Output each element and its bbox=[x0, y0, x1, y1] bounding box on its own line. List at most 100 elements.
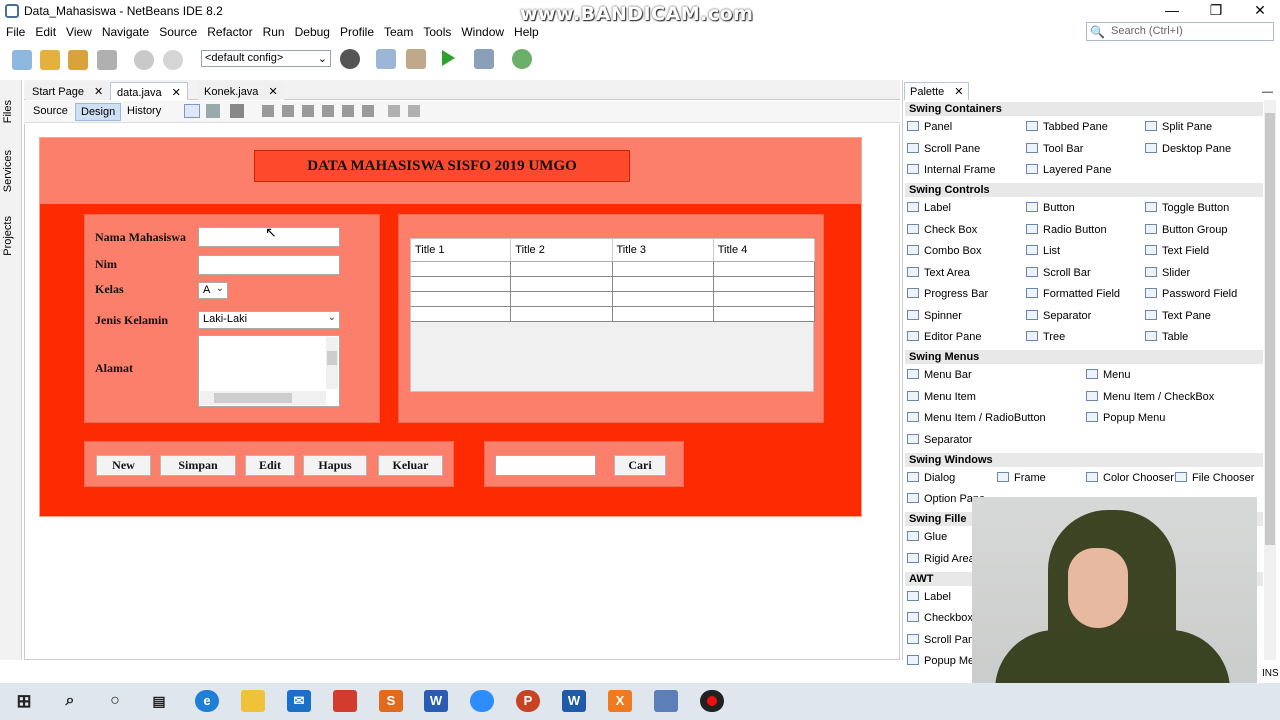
align-tools-icon[interactable] bbox=[262, 105, 382, 117]
palette-item[interactable]: Menu Item / RadioButton bbox=[907, 410, 1046, 426]
palette-item[interactable]: Toggle Button bbox=[1145, 200, 1229, 216]
new-project-icon[interactable] bbox=[40, 50, 60, 70]
config-select[interactable]: <default config> ⌄ bbox=[201, 50, 331, 67]
palette-item[interactable]: Button Group bbox=[1145, 222, 1227, 238]
palette-item[interactable]: Scroll Bar bbox=[1026, 265, 1091, 281]
mail-icon[interactable]: ✉ bbox=[287, 690, 311, 712]
palette-section-header[interactable]: Swing Containers bbox=[905, 102, 1263, 116]
scroll-thumb[interactable] bbox=[214, 393, 292, 403]
cari-field[interactable] bbox=[495, 455, 596, 476]
keluar-button[interactable]: Keluar bbox=[378, 455, 443, 476]
palette-item[interactable]: Tree bbox=[1026, 329, 1065, 345]
palette-item[interactable]: Separator bbox=[907, 432, 972, 448]
palette-item[interactable]: Text Field bbox=[1145, 243, 1209, 259]
new-file-icon[interactable] bbox=[12, 50, 32, 70]
minimize-icon[interactable]: — bbox=[1150, 0, 1194, 22]
menu-source[interactable]: Source bbox=[153, 23, 201, 39]
files-panel-tab[interactable]: Files bbox=[2, 100, 14, 123]
close-window-icon[interactable]: ✕ bbox=[1238, 0, 1280, 22]
globe-icon[interactable] bbox=[340, 49, 360, 69]
palette-item[interactable]: Progress Bar bbox=[907, 286, 988, 302]
palette-section-header[interactable]: Swing Controls bbox=[905, 183, 1263, 197]
preview-design-icon[interactable] bbox=[230, 104, 244, 118]
sublime-icon[interactable]: S bbox=[379, 690, 403, 712]
table-row[interactable] bbox=[411, 276, 816, 292]
palette-item[interactable]: Slider bbox=[1145, 265, 1190, 281]
table-header[interactable]: Title 2 bbox=[510, 239, 613, 262]
menu-run[interactable]: Run bbox=[257, 23, 289, 39]
maximize-icon[interactable]: ❐ bbox=[1194, 0, 1238, 22]
palette-item[interactable]: Rigid Area bbox=[907, 551, 975, 567]
palette-item[interactable]: Frame bbox=[997, 470, 1046, 486]
data-table[interactable]: Title 1 Title 2 Title 3 Title 4 bbox=[410, 238, 816, 392]
tab-data-java[interactable]: data.java ✕ bbox=[110, 82, 188, 100]
scroll-thumb[interactable] bbox=[327, 351, 337, 365]
kelas-combo[interactable]: A ⌄ bbox=[198, 282, 228, 299]
palette-item[interactable]: Tool Bar bbox=[1026, 141, 1083, 157]
table-header[interactable]: Title 3 bbox=[612, 239, 714, 262]
selection-mode-icon[interactable] bbox=[184, 104, 200, 118]
new-button[interactable]: New bbox=[96, 455, 151, 476]
menu-view[interactable]: View bbox=[60, 23, 96, 39]
cortana-icon[interactable]: ○ bbox=[103, 690, 127, 712]
palette-item[interactable]: Text Pane bbox=[1145, 308, 1211, 324]
menu-team[interactable]: Team bbox=[378, 23, 417, 39]
palette-item[interactable]: Separator bbox=[1026, 308, 1091, 324]
word-pad-icon[interactable]: W bbox=[424, 690, 448, 712]
word-icon[interactable]: W bbox=[562, 690, 586, 712]
palette-item[interactable]: Panel bbox=[907, 119, 952, 135]
scroll-thumb[interactable] bbox=[1265, 113, 1275, 545]
close-icon[interactable]: ✕ bbox=[94, 86, 103, 98]
palette-item[interactable]: Popup Men bbox=[907, 653, 980, 669]
palette-item[interactable]: Scroll Pane bbox=[907, 141, 980, 157]
tab-history[interactable]: History bbox=[122, 103, 166, 121]
palette-item[interactable]: Popup Menu bbox=[1086, 410, 1165, 426]
palette-item[interactable]: Table bbox=[1145, 329, 1188, 345]
hapus-button[interactable]: Hapus bbox=[303, 455, 367, 476]
powerpoint-icon[interactable]: P bbox=[516, 690, 540, 712]
table-row[interactable] bbox=[411, 306, 816, 322]
table-row[interactable] bbox=[411, 261, 816, 277]
palette-item[interactable]: Tabbed Pane bbox=[1026, 119, 1108, 135]
palette-item[interactable]: Spinner bbox=[907, 308, 962, 324]
close-icon[interactable]: ✕ bbox=[268, 86, 277, 98]
zoom-icon[interactable] bbox=[470, 690, 494, 712]
menu-tools[interactable]: Tools bbox=[417, 23, 455, 39]
menu-window[interactable]: Window bbox=[455, 23, 508, 39]
palette-item[interactable]: Password Field bbox=[1145, 286, 1237, 302]
tab-palette[interactable]: Palette ✕ bbox=[904, 82, 970, 100]
palette-item[interactable]: Text Area bbox=[907, 265, 970, 281]
menu-file[interactable]: File bbox=[0, 23, 29, 39]
palette-item[interactable]: Scroll Pane bbox=[907, 632, 980, 648]
debug-icon[interactable] bbox=[474, 49, 494, 69]
simpan-button[interactable]: Simpan bbox=[160, 455, 236, 476]
windows-start-icon[interactable]: ⊞ bbox=[12, 690, 36, 712]
undo-icon[interactable] bbox=[134, 50, 154, 70]
menu-refactor[interactable]: Refactor bbox=[201, 23, 256, 39]
palette-item[interactable]: List bbox=[1026, 243, 1060, 259]
palette-item[interactable]: Editor Pane bbox=[907, 329, 981, 345]
palette-item[interactable]: File Chooser bbox=[1175, 470, 1254, 486]
vertical-scrollbar[interactable] bbox=[326, 337, 338, 389]
xampp-icon[interactable]: X bbox=[608, 690, 632, 712]
palette-item[interactable]: Menu Item / CheckBox bbox=[1086, 389, 1214, 405]
tab-source[interactable]: Source bbox=[28, 103, 73, 121]
palette-item[interactable]: Radio Button bbox=[1026, 222, 1107, 238]
minimize-panel-icon[interactable]: — bbox=[1262, 86, 1273, 98]
palette-item[interactable]: Color Chooser bbox=[1086, 470, 1174, 486]
clean-build-icon[interactable] bbox=[406, 49, 426, 69]
table-header[interactable]: Title 4 bbox=[713, 239, 816, 262]
jenis-kelamin-combo[interactable]: Laki-Laki ⌄ bbox=[198, 311, 340, 329]
services-panel-tab[interactable]: Services bbox=[2, 150, 14, 192]
gift-icon[interactable] bbox=[333, 690, 357, 712]
projects-panel-tab[interactable]: Projects bbox=[2, 216, 14, 256]
bandicam-record-icon[interactable] bbox=[700, 690, 724, 712]
tab-design[interactable]: Design bbox=[75, 103, 122, 121]
task-view-icon[interactable]: ▤ bbox=[147, 690, 171, 712]
menu-navigate[interactable]: Navigate bbox=[96, 23, 153, 39]
resize-tools-icon[interactable] bbox=[388, 105, 424, 117]
file-explorer-icon[interactable] bbox=[241, 690, 265, 712]
palette-item[interactable]: Menu Item bbox=[907, 389, 976, 405]
horizontal-scrollbar[interactable] bbox=[200, 391, 326, 405]
palette-item[interactable]: Desktop Pane bbox=[1145, 141, 1231, 157]
